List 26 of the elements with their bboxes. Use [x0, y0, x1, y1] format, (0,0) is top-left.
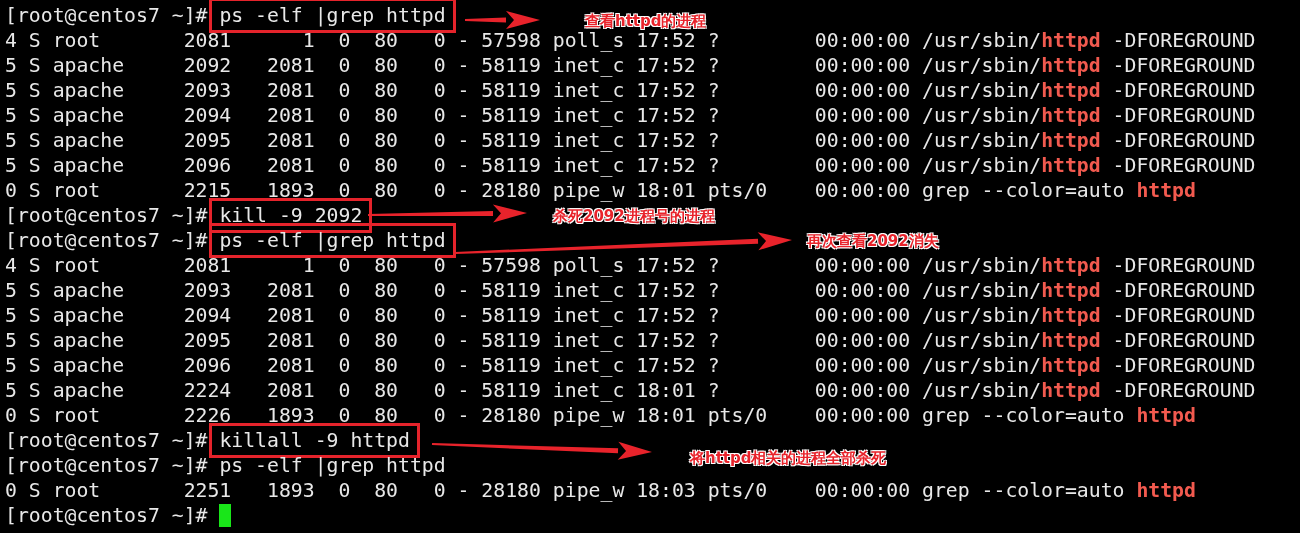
output-line: 5 S apache 2095 2081 0 80 0 - 58119 inet_c 17:52 ? 00:00:00 /usr/sbin/httpd -DFOREGROUND: [5, 129, 1256, 152]
output-line: 5 S apache 2095 2081 0 80 0 - 58119 inet_c 17:52 ? 00:00:00 /usr/sbin/httpd -DFOREGROUND: [5, 329, 1256, 352]
output-line: 5 S apache 2093 2081 0 80 0 - 58119 inet_c 17:52 ? 00:00:00 /usr/sbin/httpd -DFOREGROUND: [5, 279, 1256, 302]
output-line: 5 S apache 2092 2081 0 80 0 - 58119 inet_c 17:52 ? 00:00:00 /usr/sbin/httpd -DFOREGROUND: [5, 54, 1256, 77]
annotation-label: 将httpd相关的进程全部杀死: [690, 448, 887, 468]
boxed-command: killall -9 httpd: [209, 423, 420, 458]
output-line: 5 S apache 2094 2081 0 80 0 - 58119 inet_c 17:52 ? 00:00:00 /usr/sbin/httpd -DFOREGROUND: [5, 104, 1256, 127]
output-line: 5 S apache 2094 2081 0 80 0 - 58119 inet_c 17:52 ? 00:00:00 /usr/sbin/httpd -DFOREGROUND: [5, 304, 1256, 327]
shell-prompt: [root@centos7 ~]#: [5, 429, 208, 452]
annotation-label: 杀死2092进程号的进程: [553, 206, 715, 226]
shell-prompt: [root@centos7 ~]#: [5, 4, 208, 27]
output-line: 0 S root 2251 1893 0 80 0 - 28180 pipe_w 18:03 pts/0 00:00:00 grep --color=auto httpd: [5, 479, 1196, 502]
shell-prompt: [root@centos7 ~]#: [5, 204, 208, 227]
annotation-label: 再次查看2092消失: [807, 231, 939, 251]
boxed-command: kill -9 2092: [209, 198, 373, 233]
annotation-label: 查看httpd的进程: [585, 11, 707, 31]
boxed-command: ps -elf |grep httpd: [209, 0, 456, 33]
shell-prompt: [root@centos7 ~]#: [5, 229, 208, 252]
output-line: 5 S apache 2224 2081 0 80 0 - 58119 inet_c 18:01 ? 00:00:00 /usr/sbin/httpd -DFOREGROUND: [5, 379, 1256, 402]
text-cursor: [219, 504, 232, 527]
boxed-command: ps -elf |grep httpd: [209, 223, 456, 258]
output-line: 5 S apache 2096 2081 0 80 0 - 58119 inet_c 17:52 ? 00:00:00 /usr/sbin/httpd -DFOREGROUND: [5, 354, 1256, 377]
output-line: 5 S apache 2096 2081 0 80 0 - 58119 inet_c 17:52 ? 00:00:00 /usr/sbin/httpd -DFOREGROUND: [5, 154, 1256, 177]
shell-prompt: [root@centos7 ~]#: [5, 454, 208, 477]
output-line: 5 S apache 2093 2081 0 80 0 - 58119 inet_c 17:52 ? 00:00:00 /usr/sbin/httpd -DFOREGROUND: [5, 79, 1256, 102]
shell-prompt: [root@centos7 ~]#: [5, 504, 208, 527]
